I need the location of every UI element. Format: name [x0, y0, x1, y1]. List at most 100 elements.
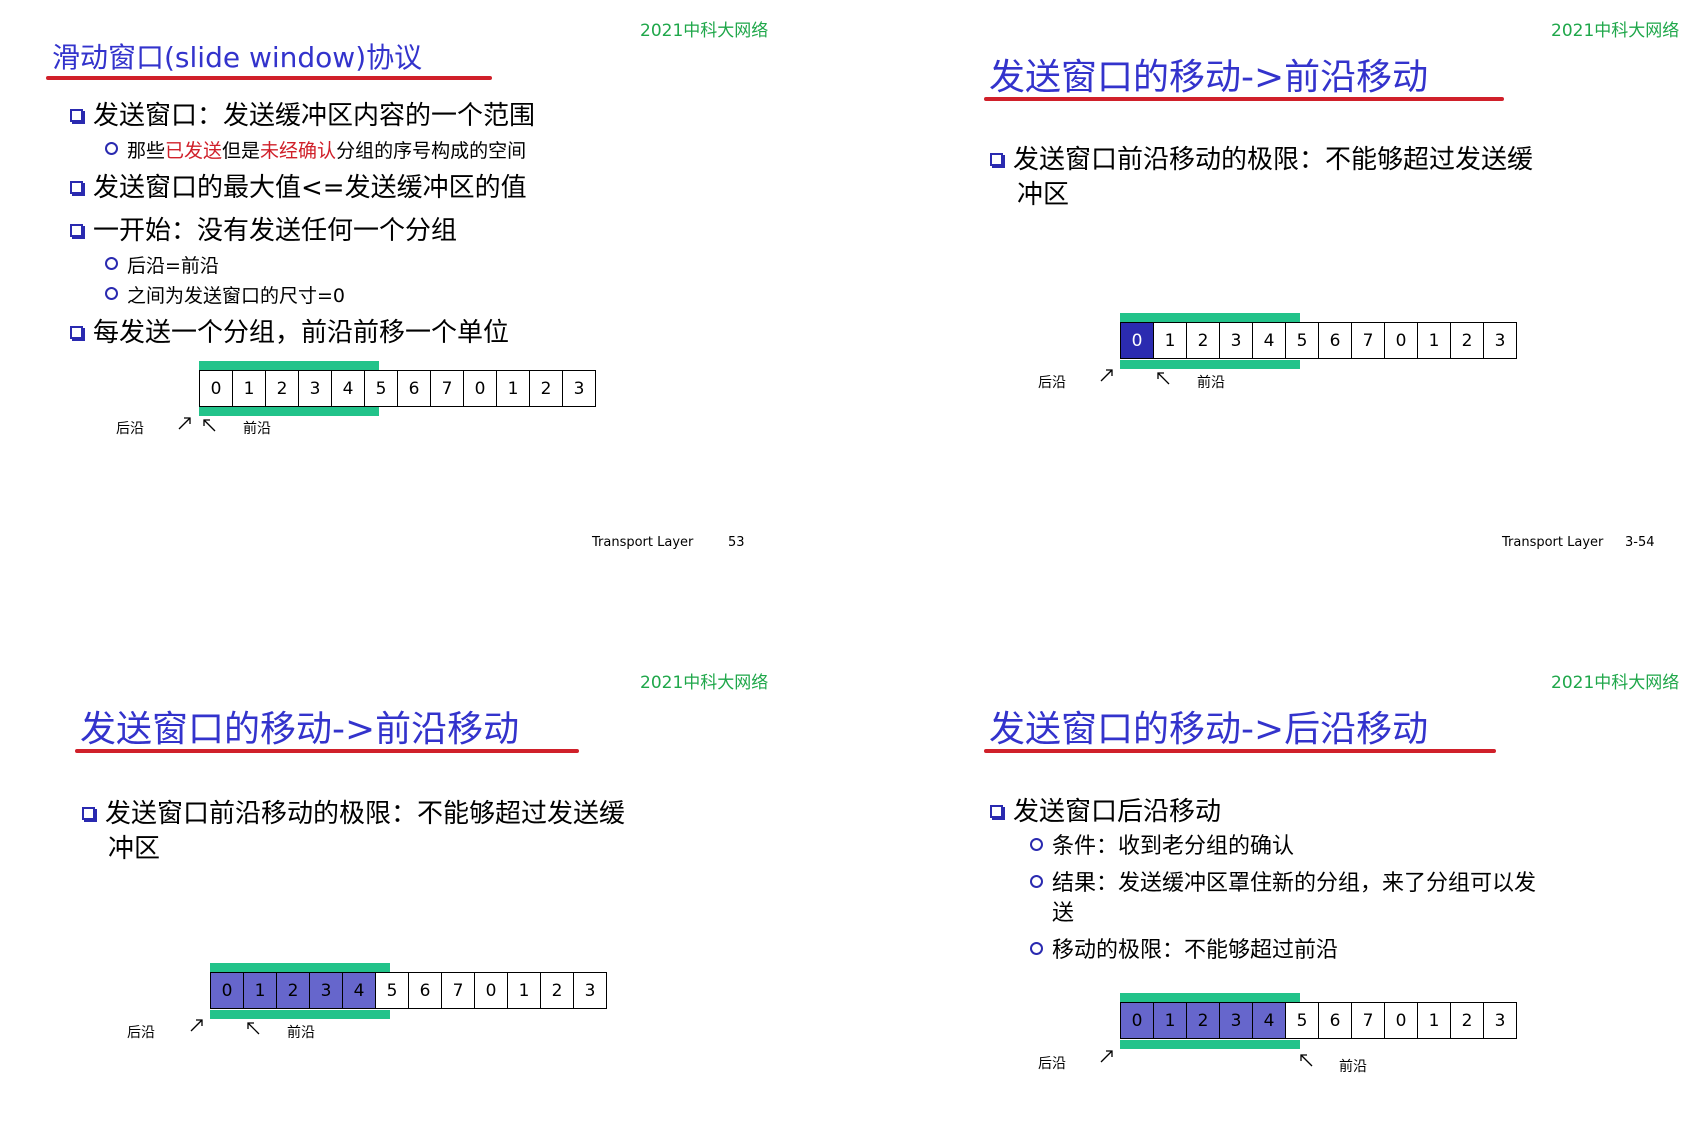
circle-bullet-icon: [1030, 942, 1043, 955]
bullet-item: 发送窗口的最大值<=发送缓冲区的值: [70, 172, 527, 204]
circle-bullet-icon: [1030, 838, 1043, 851]
seq-cell: 6: [398, 370, 431, 407]
rear-edge-label: 后沿: [1038, 1056, 1066, 1072]
arrow-icon: [178, 417, 191, 430]
seq-cell-sent: 0: [1121, 322, 1154, 359]
seq-cell: 3: [1484, 322, 1517, 359]
slide-2: 2021中科大网络 发送窗口的移动->前沿移动 发送窗口前沿移动的极限：不能够超…: [852, 0, 1704, 574]
seq-cell: 7: [1352, 322, 1385, 359]
seq-cell: 1: [1418, 322, 1451, 359]
front-edge-label: 前沿: [1339, 1059, 1367, 1075]
square-bullet-icon: [82, 807, 95, 820]
sequence-number-row: 0 1 2 3 4 5 6 7 0 1 2 3: [199, 370, 596, 407]
seq-cell: 3: [1220, 322, 1253, 359]
sequence-number-row: 0 1 2 3 4 5 6 7 0 1 2 3: [1120, 322, 1517, 359]
seq-cell: 2: [1451, 322, 1484, 359]
square-bullet-icon: [70, 326, 83, 339]
front-edge-label: 前沿: [287, 1025, 315, 1041]
slide-4: 2021中科大网络 发送窗口的移动->后沿移动 发送窗口后沿移动 条件：收到老分…: [852, 574, 1704, 1148]
seq-cell: 3: [1484, 1002, 1517, 1039]
course-tag: 2021中科大网络: [640, 21, 769, 41]
window-band-top: [1120, 993, 1300, 1002]
seq-cell: 5: [365, 370, 398, 407]
seq-cell: 0: [1385, 1002, 1418, 1039]
sequence-number-row: 0 1 2 3 4 5 6 7 0 1 2 3: [210, 972, 607, 1009]
seq-cell: 1: [508, 972, 541, 1009]
seq-cell: 7: [442, 972, 475, 1009]
square-bullet-icon: [70, 224, 83, 237]
window-band-bottom: [1120, 360, 1300, 369]
seq-cell: 4: [1253, 322, 1286, 359]
sub-bullet-item: 那些已发送但是未经确认分组的序号构成的空间: [105, 138, 526, 164]
bullet-item: 每发送一个分组，前沿前移一个单位: [70, 317, 509, 349]
seq-cell: 0: [200, 370, 233, 407]
title-underline: [984, 97, 1504, 101]
arrow-icon: [203, 419, 216, 432]
seq-cell: 3: [299, 370, 332, 407]
page-number: 53: [728, 535, 745, 550]
seq-cell-unacked: 0: [211, 972, 244, 1009]
bullet-item: 发送窗口前沿移动的极限：不能够超过发送缓: [990, 144, 1533, 176]
square-bullet-icon: [990, 153, 1003, 166]
seq-cell-unacked: 1: [244, 972, 277, 1009]
arrow-icon: [190, 1019, 203, 1032]
seq-cell: 3: [574, 972, 607, 1009]
window-band-top: [210, 963, 390, 972]
sub-bullet-continuation: 送: [1052, 901, 1075, 926]
slide-title: 发送窗口的移动->后沿移动: [989, 709, 1429, 750]
seq-cell-unacked: 3: [310, 972, 343, 1009]
seq-cell: 0: [475, 972, 508, 1009]
window-band-top: [199, 361, 379, 370]
slide-title: 滑动窗口(slide window)协议: [52, 41, 423, 74]
seq-cell: 1: [1418, 1002, 1451, 1039]
arrow-icon: [1300, 1054, 1313, 1067]
course-tag: 2021中科大网络: [1551, 673, 1680, 693]
front-edge-label: 前沿: [243, 421, 271, 437]
course-tag: 2021中科大网络: [1551, 21, 1680, 41]
footer-label: Transport Layer: [592, 535, 694, 550]
rear-edge-label: 后沿: [116, 421, 144, 437]
title-underline: [46, 76, 492, 80]
sequence-number-row: 0 1 2 3 4 5 6 7 0 1 2 3: [1120, 1002, 1517, 1039]
seq-cell: 0: [1385, 322, 1418, 359]
circle-bullet-icon: [105, 287, 118, 300]
seq-cell: 6: [1319, 1002, 1352, 1039]
slide-3: 2021中科大网络 发送窗口的移动->前沿移动 发送窗口前沿移动的极限：不能够超…: [0, 574, 852, 1148]
circle-bullet-icon: [105, 257, 118, 270]
seq-cell: 1: [233, 370, 266, 407]
page-number: 3-54: [1625, 535, 1655, 550]
seq-cell: 2: [266, 370, 299, 407]
seq-cell: 1: [497, 370, 530, 407]
sub-bullet-item: 结果：发送缓冲区罩住新的分组，来了分组可以发: [1030, 869, 1536, 899]
circle-bullet-icon: [1030, 875, 1043, 888]
seq-cell: 5: [1286, 322, 1319, 359]
front-edge-label: 前沿: [1197, 375, 1225, 391]
square-bullet-icon: [70, 181, 83, 194]
rear-edge-label: 后沿: [127, 1025, 155, 1041]
bullet-item: 发送窗口后沿移动: [990, 796, 1221, 828]
square-bullet-icon: [990, 805, 1003, 818]
bullet-continuation: 冲区: [108, 834, 161, 864]
arrow-icon: [247, 1022, 260, 1035]
seq-cell: 5: [376, 972, 409, 1009]
seq-cell-unacked: 4: [1253, 1002, 1286, 1039]
bullet-item: 发送窗口：发送缓冲区内容的一个范围: [70, 100, 535, 132]
window-band-bottom: [199, 407, 379, 416]
arrow-icon: [1100, 369, 1113, 382]
slide-title: 发送窗口的移动->前沿移动: [80, 709, 520, 750]
seq-cell: 6: [409, 972, 442, 1009]
course-tag: 2021中科大网络: [640, 673, 769, 693]
seq-cell: 2: [1451, 1002, 1484, 1039]
circle-bullet-icon: [105, 142, 118, 155]
seq-cell: 3: [563, 370, 596, 407]
footer-label: Transport Layer: [1502, 535, 1604, 550]
seq-cell-unacked: 4: [343, 972, 376, 1009]
bullet-continuation: 冲区: [1017, 180, 1070, 210]
seq-cell-unacked: 2: [1187, 1002, 1220, 1039]
sub-bullet-item: 之间为发送窗口的尺寸=0: [105, 283, 345, 309]
seq-cell: 6: [1319, 322, 1352, 359]
title-underline: [984, 749, 1496, 753]
seq-cell-unacked: 1: [1154, 1002, 1187, 1039]
seq-cell: 7: [431, 370, 464, 407]
seq-cell: 7: [1352, 1002, 1385, 1039]
